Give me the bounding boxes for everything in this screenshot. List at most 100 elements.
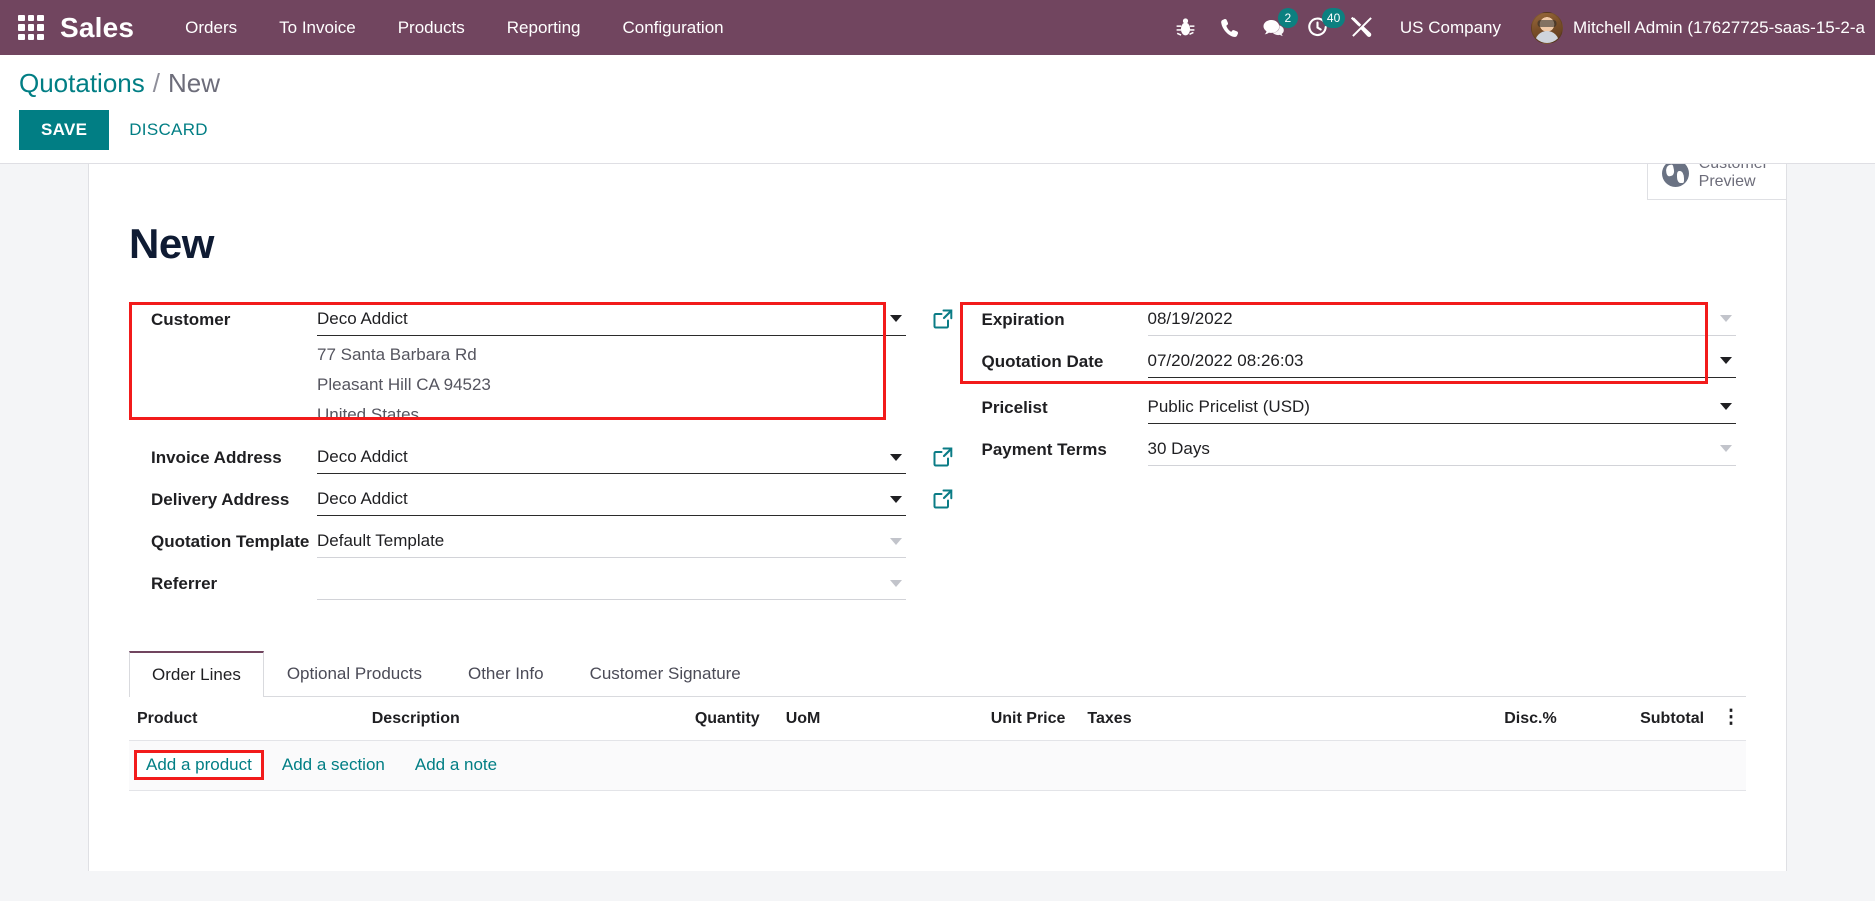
column-header-description[interactable]: Description	[363, 697, 654, 742]
field-referrer: Referrer	[129, 564, 916, 606]
quotation-date-input[interactable]: 07/20/2022 08:26:03	[1147, 342, 1736, 378]
page-title: New	[129, 219, 214, 267]
column-header-discount[interactable]: Disc.%	[1400, 697, 1565, 742]
form-column-right: Expiration 08/19/2022 Quotation Date 07/…	[938, 300, 1747, 607]
column-header-unit-price[interactable]: Unit Price	[898, 697, 1074, 742]
invoice-address-value: Deco Addict	[317, 447, 408, 467]
notebook: Order Lines Optional Products Other Info…	[89, 630, 1786, 698]
breadcrumb-current: New	[167, 68, 220, 98]
pricelist-value: Public Pricelist (USD)	[1147, 396, 1310, 416]
field-delivery-address: Delivery Address Deco Addict	[129, 480, 952, 522]
menu-item-orders[interactable]: Orders	[164, 10, 258, 46]
column-header-uom[interactable]: UoM	[767, 697, 899, 742]
messages-icon[interactable]: 2	[1252, 0, 1298, 55]
tab-other-info[interactable]: Other Info	[445, 650, 567, 696]
activities-clock-icon[interactable]: 40	[1296, 0, 1346, 55]
vertical-dots-icon[interactable]: ⋮	[1722, 708, 1741, 727]
column-header-taxes[interactable]: Taxes	[1073, 697, 1401, 742]
column-header-quantity[interactable]: Quantity	[653, 697, 768, 742]
customer-external-link-icon[interactable]	[932, 308, 954, 330]
invoice-address-input[interactable]: Deco Addict	[317, 438, 906, 475]
user-menu[interactable]: Mitchell Admin (17627725-saas-15-2-a	[1517, 11, 1875, 44]
messages-badge: 2	[1277, 8, 1298, 28]
app-brand-sales[interactable]: Sales	[60, 12, 134, 44]
field-pricelist: Pricelist Public Pricelist (USD)	[960, 388, 1747, 430]
globe-icon	[1661, 163, 1689, 187]
customer-value: Deco Addict	[317, 308, 408, 328]
field-invoice-address-label: Invoice Address	[151, 448, 282, 468]
add-a-product-link[interactable]: Add a product	[134, 750, 264, 781]
field-payment-terms-label: Payment Terms	[981, 439, 1107, 459]
customer-address-line-1: 77 Santa Barbara Rd	[317, 344, 477, 364]
chevron-down-icon[interactable]	[1720, 445, 1732, 453]
invoice-address-external-link-icon[interactable]	[932, 446, 954, 468]
column-header-subtotal[interactable]: Subtotal	[1564, 697, 1713, 742]
column-header-product[interactable]: Product	[129, 697, 364, 742]
tools-wrench-icon[interactable]	[1340, 0, 1384, 55]
control-panel: Quotations / New SAVE DISCARD	[0, 55, 1875, 164]
expiration-value: 08/19/2022	[1147, 308, 1233, 328]
field-customer: Customer Deco Addict 77 Santa Barbara Rd…	[129, 300, 952, 433]
tab-optional-products[interactable]: Optional Products	[264, 650, 445, 696]
payment-terms-input[interactable]: 30 Days	[1147, 430, 1736, 466]
add-line-cell: Add a product Add a section Add a note	[129, 740, 1746, 792]
chevron-down-icon[interactable]	[889, 579, 902, 587]
avatar	[1531, 11, 1563, 44]
sheet-bottom-spacer	[89, 791, 1786, 852]
chevron-down-icon[interactable]	[1720, 315, 1732, 323]
bug-icon[interactable]	[1164, 0, 1208, 55]
breadcrumb-separator: /	[152, 68, 160, 98]
company-switcher[interactable]: US Company	[1384, 10, 1517, 46]
customer-input[interactable]: Deco Addict	[317, 300, 906, 336]
add-a-note-link[interactable]: Add a note	[406, 753, 506, 777]
chevron-down-icon[interactable]	[1720, 357, 1732, 365]
form-column-left: Customer Deco Addict 77 Santa Barbara Rd…	[129, 300, 952, 607]
tab-customer-signature[interactable]: Customer Signature	[567, 650, 764, 696]
expiration-input[interactable]: 08/19/2022	[1147, 300, 1736, 336]
customer-preview-line1: Customer	[1699, 164, 1768, 174]
dates-group: Expiration 08/19/2022 Quotation Date 07/…	[959, 300, 1747, 384]
delivery-address-input[interactable]: Deco Addict	[317, 480, 906, 517]
chevron-down-icon[interactable]	[889, 495, 902, 503]
field-customer-label: Customer	[151, 309, 231, 329]
menu-item-configuration[interactable]: Configuration	[602, 10, 745, 46]
quotation-template-input[interactable]: Default Template	[317, 522, 906, 559]
field-quotation-date-label: Quotation Date	[981, 351, 1104, 371]
breadcrumb-quotations[interactable]: Quotations	[19, 69, 145, 98]
customer-group: Customer Deco Addict 77 Santa Barbara Rd…	[129, 300, 952, 433]
chevron-down-icon[interactable]	[1720, 403, 1732, 411]
column-options-header: ⋮	[1712, 697, 1746, 742]
order-lines-table: Product Description Quantity UoM Unit Pr…	[129, 697, 1746, 792]
add-a-section-link[interactable]: Add a section	[273, 753, 394, 777]
menu-item-to-invoice[interactable]: To Invoice	[258, 10, 377, 46]
delivery-address-value: Deco Addict	[317, 489, 408, 509]
quotation-date-value: 07/20/2022 08:26:03	[1147, 350, 1304, 370]
tab-order-lines[interactable]: Order Lines	[129, 651, 264, 698]
field-expiration: Expiration 08/19/2022	[960, 300, 1747, 342]
referrer-input[interactable]	[317, 564, 906, 601]
customer-preview-button[interactable]: Customer Preview	[1646, 163, 1786, 199]
record-action-buttons: SAVE DISCARD	[0, 98, 1875, 163]
discard-button[interactable]: DISCARD	[109, 110, 228, 150]
form-view-container: Customer Preview New Customer	[0, 163, 1875, 871]
order-lines-table-wrapper: Product Description Quantity UoM Unit Pr…	[89, 697, 1786, 792]
save-button[interactable]: SAVE	[19, 109, 110, 150]
chevron-down-icon[interactable]	[889, 453, 902, 461]
menu-item-reporting[interactable]: Reporting	[486, 10, 602, 46]
field-quotation-template-label: Quotation Template	[151, 532, 310, 552]
apps-grid-icon[interactable]	[18, 14, 44, 41]
field-payment-terms: Payment Terms 30 Days	[960, 430, 1747, 472]
customer-address-line-3: United States	[317, 405, 420, 425]
pricelist-input[interactable]: Public Pricelist (USD)	[1147, 388, 1736, 424]
menu-item-products[interactable]: Products	[377, 10, 486, 46]
field-expiration-label: Expiration	[981, 309, 1065, 329]
chevron-down-icon[interactable]	[889, 537, 902, 545]
stat-button-bar: Customer Preview	[1646, 163, 1786, 200]
form-sheet: Customer Preview New Customer	[88, 163, 1787, 871]
field-invoice-address: Invoice Address Deco Addict	[129, 438, 952, 480]
phone-icon[interactable]	[1208, 0, 1252, 55]
chevron-down-icon[interactable]	[889, 315, 902, 323]
quotation-template-value: Default Template	[317, 531, 445, 551]
delivery-address-external-link-icon[interactable]	[932, 488, 954, 510]
field-delivery-address-label: Delivery Address	[151, 490, 290, 510]
